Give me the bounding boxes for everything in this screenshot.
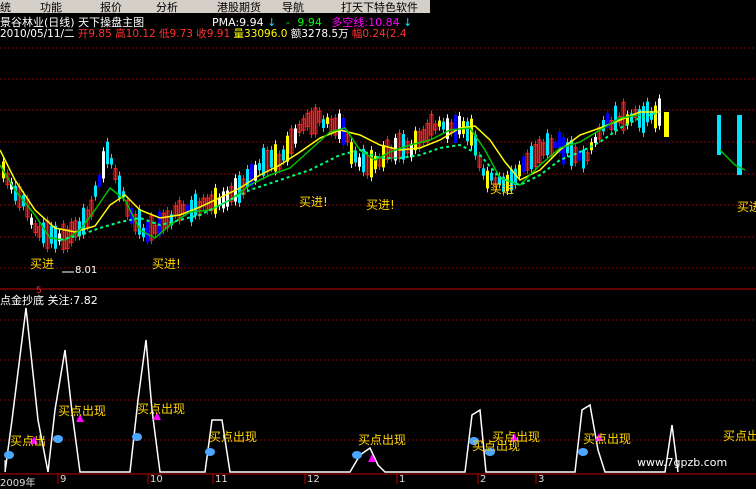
candle-body xyxy=(146,221,149,243)
candle-body xyxy=(562,137,565,165)
candle-body xyxy=(82,207,85,235)
candle-body xyxy=(582,149,585,169)
signal-label-8: 买点出现 xyxy=(583,432,632,446)
candle-body xyxy=(338,113,341,140)
candle-body xyxy=(294,128,297,144)
candle-body xyxy=(554,141,557,148)
candle-body xyxy=(642,106,645,133)
date-label-11: 11 xyxy=(215,474,228,485)
low-marker: 8.01 xyxy=(75,265,98,276)
candle-body xyxy=(102,151,105,179)
date-label-1: 1 xyxy=(399,474,406,485)
candle-body xyxy=(438,120,441,127)
candle-body xyxy=(106,141,109,165)
indicator-line xyxy=(4,307,679,473)
candle-right-0 xyxy=(664,112,669,137)
buy-label-1: 买进 xyxy=(30,257,55,271)
candle-body xyxy=(54,225,57,249)
date-label-12: 12 xyxy=(307,474,320,485)
date-label-2: 2 xyxy=(480,474,487,485)
candle-body xyxy=(614,105,617,131)
buy-label-6: 买进! xyxy=(737,200,756,214)
candle-body xyxy=(262,147,265,176)
attn-value: 7.82 xyxy=(73,294,98,307)
candle-body xyxy=(222,191,225,209)
candle-body xyxy=(482,168,485,176)
candle-body xyxy=(546,133,549,156)
indicator-header: 点金抄底 关注:7.82 xyxy=(0,292,98,308)
candle-body xyxy=(442,121,445,130)
indicator-name: 点金抄底 xyxy=(0,294,44,307)
candle-body xyxy=(458,115,461,135)
candle-body xyxy=(258,163,261,171)
candle-body xyxy=(654,105,657,129)
candle-body xyxy=(486,170,489,189)
candle-body xyxy=(30,217,33,225)
buy-label-3: 买进! xyxy=(299,195,328,209)
candle-body xyxy=(322,119,325,129)
attn-label: 关注: xyxy=(47,294,74,307)
date-label-10: 10 xyxy=(150,474,163,485)
candle-body xyxy=(270,149,273,168)
candle-body xyxy=(530,146,533,170)
signal-label-7: 买点出现 xyxy=(492,430,541,444)
candle-body xyxy=(98,174,101,187)
signal-label-1: 买点出 xyxy=(10,434,47,448)
candle-body xyxy=(374,155,377,170)
candle-body xyxy=(286,135,289,162)
chart-canvas: 5 xyxy=(0,47,756,484)
candle-body xyxy=(522,156,525,173)
buy-label-2: 买进! xyxy=(152,257,181,271)
date-label-3: 3 xyxy=(538,474,545,485)
date-label-9: 9 xyxy=(60,474,67,485)
candle-body xyxy=(282,149,285,161)
candle-right-1 xyxy=(717,115,721,155)
green-ma-line xyxy=(0,114,641,241)
candle-body xyxy=(594,136,597,144)
candle-body xyxy=(110,158,113,165)
signal-label-3: 买点出现 xyxy=(137,402,186,416)
candle-body xyxy=(358,157,361,167)
candle-body xyxy=(94,185,97,197)
candle-body xyxy=(518,164,521,177)
candle-body xyxy=(326,117,329,124)
candle-body xyxy=(466,121,469,142)
buy-label-4: 买进! xyxy=(366,198,395,212)
signal-label-2: 买点出现 xyxy=(58,404,107,418)
candle-body xyxy=(414,130,417,151)
sub-gridlines xyxy=(0,319,756,441)
axis-ticks xyxy=(57,474,537,484)
candle-body xyxy=(186,205,189,212)
signal-label-9: 买点出现 xyxy=(723,429,756,443)
signal-label-4: 买点出现 xyxy=(209,430,258,444)
candle-body xyxy=(50,225,53,244)
watermark: www.7gpzb.com xyxy=(637,456,728,469)
buy-label-5: 买进 xyxy=(490,182,515,196)
signal-label-5: 买点出现 xyxy=(358,433,407,447)
